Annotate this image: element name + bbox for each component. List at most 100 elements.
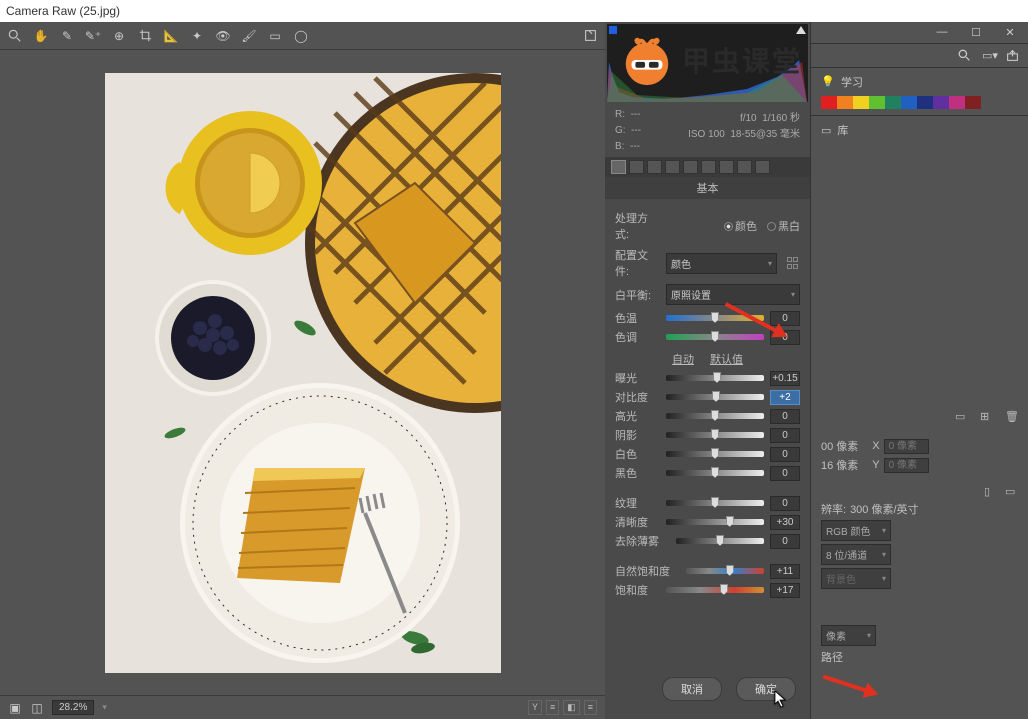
hand-tool-icon[interactable]: ✋: [34, 29, 48, 43]
temp-value[interactable]: 0: [770, 311, 800, 326]
camera-raw-titlebar: Camera Raw (25.jpg): [0, 0, 1028, 22]
tint-slider[interactable]: [666, 334, 764, 340]
x-input[interactable]: [884, 439, 929, 454]
straighten-tool-icon[interactable]: 📐: [164, 29, 178, 43]
profile-label: 配置文件:: [615, 247, 660, 279]
adjustment-brush-icon[interactable]: 🖌: [242, 29, 256, 43]
library-panel-tab[interactable]: ▭ 库: [811, 115, 1028, 144]
compare-view-icon[interactable]: ◫: [30, 701, 44, 715]
tab-hsl-icon[interactable]: [665, 160, 680, 174]
bg-dropdown[interactable]: 背景色▾: [821, 568, 891, 589]
bulb-icon: 💡: [821, 75, 835, 89]
vibrance-value[interactable]: +11: [770, 564, 800, 579]
tab-lens-icon[interactable]: [701, 160, 716, 174]
radial-filter-icon[interactable]: ◯: [294, 29, 308, 43]
bits-dropdown[interactable]: 8 位/通道▾: [821, 544, 891, 565]
dehaze-slider[interactable]: [676, 538, 764, 544]
saturation-value[interactable]: +17: [770, 583, 800, 598]
spot-removal-icon[interactable]: ✦: [190, 29, 204, 43]
panel-tabs: [605, 157, 810, 177]
tab-detail-icon[interactable]: [647, 160, 662, 174]
before-after-icon[interactable]: ◧: [563, 700, 580, 715]
search-icon[interactable]: [958, 49, 972, 63]
profile-browser-icon[interactable]: [787, 257, 800, 270]
panel-title: 基本: [605, 177, 810, 199]
tab-split-icon[interactable]: [683, 160, 698, 174]
highlights-slider[interactable]: [666, 413, 764, 419]
whites-slider[interactable]: [666, 451, 764, 457]
maximize-icon[interactable]: ☐: [966, 26, 986, 40]
exposure-slider[interactable]: [666, 375, 764, 381]
profile-dropdown[interactable]: 颜色▾: [666, 253, 777, 274]
camera-raw-toolbar: ✋ ✎ ✎⁺ ⊕ 📐 ✦ 👁 🖌 ▭ ◯: [0, 22, 605, 50]
dialog-title: Camera Raw (25.jpg): [6, 4, 120, 18]
trash-icon[interactable]: 🗑: [1005, 410, 1018, 423]
texture-value[interactable]: 0: [770, 496, 800, 511]
zoom-tool-icon[interactable]: [8, 29, 22, 43]
zoom-dropdown-icon[interactable]: ▾: [102, 702, 107, 713]
default-link[interactable]: 默认值: [710, 351, 743, 367]
white-balance-eyedropper-icon[interactable]: ✎: [60, 29, 74, 43]
single-view-icon[interactable]: ▣: [8, 701, 22, 715]
workspace-icon[interactable]: ▭▾: [982, 49, 996, 63]
mouse-cursor: [774, 690, 788, 708]
texture-slider[interactable]: [666, 500, 764, 506]
learn-panel-tab[interactable]: 💡 学习: [811, 68, 1028, 96]
highlight-clip-icon[interactable]: ≡: [546, 700, 559, 715]
tab-fx-icon[interactable]: [719, 160, 734, 174]
portrait-icon[interactable]: ▯: [984, 485, 997, 498]
library-icon: ▭: [821, 124, 831, 137]
contrast-value[interactable]: +2: [770, 390, 800, 405]
blacks-slider[interactable]: [666, 470, 764, 476]
unit-dropdown[interactable]: 像素▾: [821, 625, 876, 646]
close-icon[interactable]: ✕: [1000, 26, 1020, 40]
color-sampler-icon[interactable]: ✎⁺: [86, 29, 100, 43]
auto-link[interactable]: 自动: [672, 351, 694, 367]
tab-presets-icon[interactable]: [755, 160, 770, 174]
color-swatches[interactable]: [811, 96, 1028, 115]
blacks-value[interactable]: 0: [770, 466, 800, 481]
tab-curve-icon[interactable]: [629, 160, 644, 174]
wb-dropdown[interactable]: 原照设置▾: [666, 284, 800, 305]
exposure-value[interactable]: +0.15: [770, 371, 800, 386]
treatment-label: 处理方式:: [615, 210, 660, 242]
histogram[interactable]: [607, 24, 808, 102]
graduated-filter-icon[interactable]: ▭: [268, 29, 282, 43]
highlights-value[interactable]: 0: [770, 409, 800, 424]
saturation-slider[interactable]: [666, 587, 764, 593]
clarity-value[interactable]: +30: [770, 515, 800, 530]
clarity-slider[interactable]: [666, 519, 764, 525]
preview-photo: [105, 73, 501, 673]
image-preview-area[interactable]: [0, 50, 605, 695]
menu-icon[interactable]: ≡: [584, 700, 597, 715]
preview-panel: ✋ ✎ ✎⁺ ⊕ 📐 ✦ 👁 🖌 ▭ ◯: [0, 22, 605, 719]
treatment-bw-radio[interactable]: 黑白: [767, 218, 800, 234]
landscape-icon[interactable]: ▭: [1005, 485, 1018, 498]
tab-basic-icon[interactable]: [611, 160, 626, 174]
share-icon[interactable]: [1006, 49, 1020, 63]
target-adjust-icon[interactable]: ⊕: [112, 29, 126, 43]
whites-value[interactable]: 0: [770, 447, 800, 462]
zoom-level[interactable]: 28.2%: [52, 700, 94, 715]
vibrance-slider[interactable]: [686, 568, 764, 574]
tab-calibrate-icon[interactable]: [737, 160, 752, 174]
treatment-color-radio[interactable]: 颜色: [724, 218, 757, 234]
fullscreen-toggle-icon[interactable]: [583, 29, 597, 43]
new-group-icon[interactable]: ▭: [955, 410, 968, 423]
new-layer-icon[interactable]: ⊞: [980, 410, 993, 423]
exif-info: R: ---f/10 1/160 秒 G: ---ISO 100 18-55@3…: [605, 104, 810, 157]
contrast-slider[interactable]: [666, 394, 764, 400]
minimize-icon[interactable]: —: [932, 26, 952, 40]
shadows-value[interactable]: 0: [770, 428, 800, 443]
y-input[interactable]: [884, 458, 929, 473]
crop-tool-icon[interactable]: [138, 29, 152, 43]
shadow-clip-icon[interactable]: Y: [528, 700, 542, 715]
wb-label: 白平衡:: [615, 287, 660, 303]
dehaze-value[interactable]: 0: [770, 534, 800, 549]
redeye-tool-icon[interactable]: 👁: [216, 29, 230, 43]
cancel-button[interactable]: 取消: [662, 677, 722, 701]
paths-tab[interactable]: 路径: [821, 649, 843, 665]
preview-bottom-bar: ▣ ◫ 28.2% ▾ Y ≡ ◧ ≡: [0, 695, 605, 719]
mode-dropdown[interactable]: RGB 颜色▾: [821, 520, 891, 541]
shadows-slider[interactable]: [666, 432, 764, 438]
